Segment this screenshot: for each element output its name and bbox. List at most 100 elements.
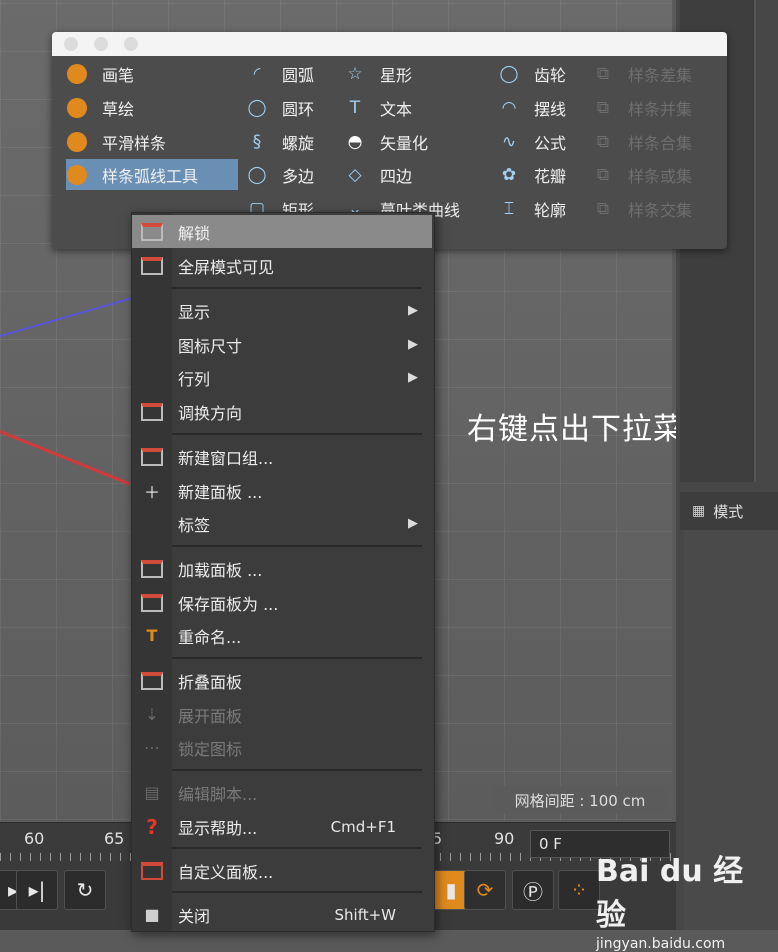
palette-titlebar[interactable] [52,32,727,56]
save-icon [132,593,172,612]
submenu-arrow-icon: ▶ [408,337,418,352]
spline-union-icon: ⧉ [596,97,610,118]
unlock-icon [132,222,172,241]
menu-item-edit-script: ▤ 编辑脚本... [132,776,432,809]
menu-item-save-palette-as[interactable]: 保存面板为 ... [132,586,432,619]
palette-item-flower[interactable]: ✿ 花瓣 [498,159,594,190]
fullscreen-icon [132,256,172,275]
cycloid-icon: ◠ [501,97,517,118]
customize-palette-icon [132,861,172,880]
palette-item-sketch[interactable]: 草绘 [66,92,238,123]
x-axis-line [0,430,131,486]
palette-item-cycloid[interactable]: ◠ 摆线 [498,92,594,123]
flower-icon: ✿ [501,164,517,185]
window-close-dot[interactable] [64,37,78,51]
menu-item-unlock[interactable]: 解锁 [132,215,432,248]
menu-item-new-palette[interactable]: ＋ 新建面板 ... [132,474,432,507]
timeline-tick: 65 [104,829,125,848]
polygon-icon: ◯ [247,164,267,185]
palette-item-four-side[interactable]: ◇ 四边 [344,159,484,190]
vectorizer-icon: ◓ [347,131,363,152]
plus-icon: ＋ [143,482,160,502]
play-next-icon: ▸| [28,878,46,902]
rename-text-icon: T [146,626,158,645]
spline-subtract-icon: ⧉ [596,63,610,84]
palette-item-polygon[interactable]: ◯ 多边 [246,159,346,190]
menu-separator [172,287,422,289]
circle-icon: ◯ [247,97,267,118]
palette-item-spline-or: ⧉ 样条或集 [592,159,722,190]
pen-tool-icon [66,63,88,85]
palette-item-gear[interactable]: ◯ 齿轮 [498,58,594,89]
menu-item-rename[interactable]: T 重命名... [132,619,432,652]
four-side-icon: ◇ [348,164,362,185]
timeline-tick: 60 [24,829,45,848]
smooth-spline-icon [66,131,88,153]
menu-separator [172,891,422,893]
window-zoom-dot[interactable] [124,37,138,51]
palette-item-spline-subtract: ⧉ 样条差集 [592,58,722,89]
palette-item-helix[interactable]: § 螺旋 [246,126,346,157]
menu-item-swap-orientation[interactable]: 调换方向 [132,395,432,428]
palette-item-smooth-spline[interactable]: 平滑样条 [66,126,238,157]
new-window-icon [132,447,172,466]
dots-icon: ⁘ [570,878,588,902]
loop-icon: ↻ [76,878,94,902]
palette-item-formula[interactable]: ∿ 公式 [498,126,594,157]
palette-item-pen[interactable]: 画笔 [66,58,238,89]
text-icon: T [349,97,361,118]
submenu-arrow-icon: ▶ [408,370,418,385]
menu-item-show-help[interactable]: ? 显示帮助... Cmd+F1 [132,810,432,843]
shortcut-label: Shift+W [334,905,397,924]
menu-item-icon-size[interactable]: 图标尺寸 ▶ [132,328,432,361]
spline-intersect-icon: ⧉ [596,198,610,219]
formula-icon: ∿ [501,131,517,152]
close-square-icon: ■ [144,905,160,924]
next-frame-button[interactable]: ▸| [16,870,58,910]
submenu-arrow-icon: ▶ [408,303,418,318]
dots-grid-button[interactable]: ⁘ [558,870,600,910]
menu-separator [172,847,422,849]
loop-button[interactable]: ↻ [64,870,106,910]
menu-item-close[interactable]: ■ 关闭 Shift+W [132,898,432,931]
menu-item-rows-columns[interactable]: 行列 ▶ [132,361,432,394]
spline-or-icon: ⧉ [596,164,610,185]
refresh-icon: ⟳ [476,878,494,902]
palette-item-star[interactable]: ☆ 星形 [344,58,484,89]
help-question-icon: ? [146,814,158,839]
menu-item-fold-palette[interactable]: 折叠面板 [132,664,432,697]
swap-orientation-icon [132,402,172,421]
palette-item-arc[interactable]: ◜ 圆弧 [246,58,346,89]
palette-item-profile[interactable]: ⌶ 轮廓 [498,193,594,224]
palette-context-menu[interactable]: 解锁 全屏模式可见 显示 ▶ 图标尺寸 ▶ 行列 ▶ 调换方向 新建窗口组...… [131,212,435,932]
auto-key-button[interactable]: ⟳ [464,870,506,910]
spline-and-icon: ⧉ [596,131,610,152]
attributes-mode-header[interactable]: ▦ 模式 [680,492,778,530]
palette-item-text[interactable]: T 文本 [344,92,484,123]
menu-item-display[interactable]: 显示 ▶ [132,294,432,327]
menu-separator [172,545,422,547]
menu-item-new-group-window[interactable]: 新建窗口组... [132,440,432,473]
p-key-icon: Ⓟ [523,879,543,904]
menu-item-fullscreen-visible[interactable]: 全屏模式可见 [132,249,432,282]
palette-item-circle[interactable]: ◯ 圆环 [246,92,346,123]
shortcut-label: Cmd+F1 [330,817,396,836]
baidu-jingyan-watermark: Bai du 经验 jingyan.baidu.com [596,846,772,952]
palette-item-spline-arc-tool[interactable]: 样条弧线工具 [66,159,238,190]
window-minimize-dot[interactable] [94,37,108,51]
gear-icon: ◯ [499,63,519,84]
palette-item-vectorizer[interactable]: ◓ 矢量化 [344,126,484,157]
menu-item-load-palette[interactable]: 加载面板 ... [132,552,432,585]
menu-item-customize-palettes[interactable]: 自定义面板... [132,854,432,887]
param-key-button[interactable]: Ⓟ [512,870,554,910]
spline-arc-tool-icon [66,164,88,186]
helix-icon: § [252,131,262,152]
menu-item-unfold-palette: ⇣ 展开面板 [132,698,432,731]
timeline-tick: 90 [494,829,515,848]
palette-item-spline-union: ⧉ 样条并集 [592,92,722,123]
menu-item-tabs[interactable]: 标签 ▶ [132,507,432,540]
folder-open-icon [132,559,172,578]
menu-separator [172,433,422,435]
arc-icon: ◜ [253,63,261,84]
mode-menu-label[interactable]: 模式 [713,501,743,522]
